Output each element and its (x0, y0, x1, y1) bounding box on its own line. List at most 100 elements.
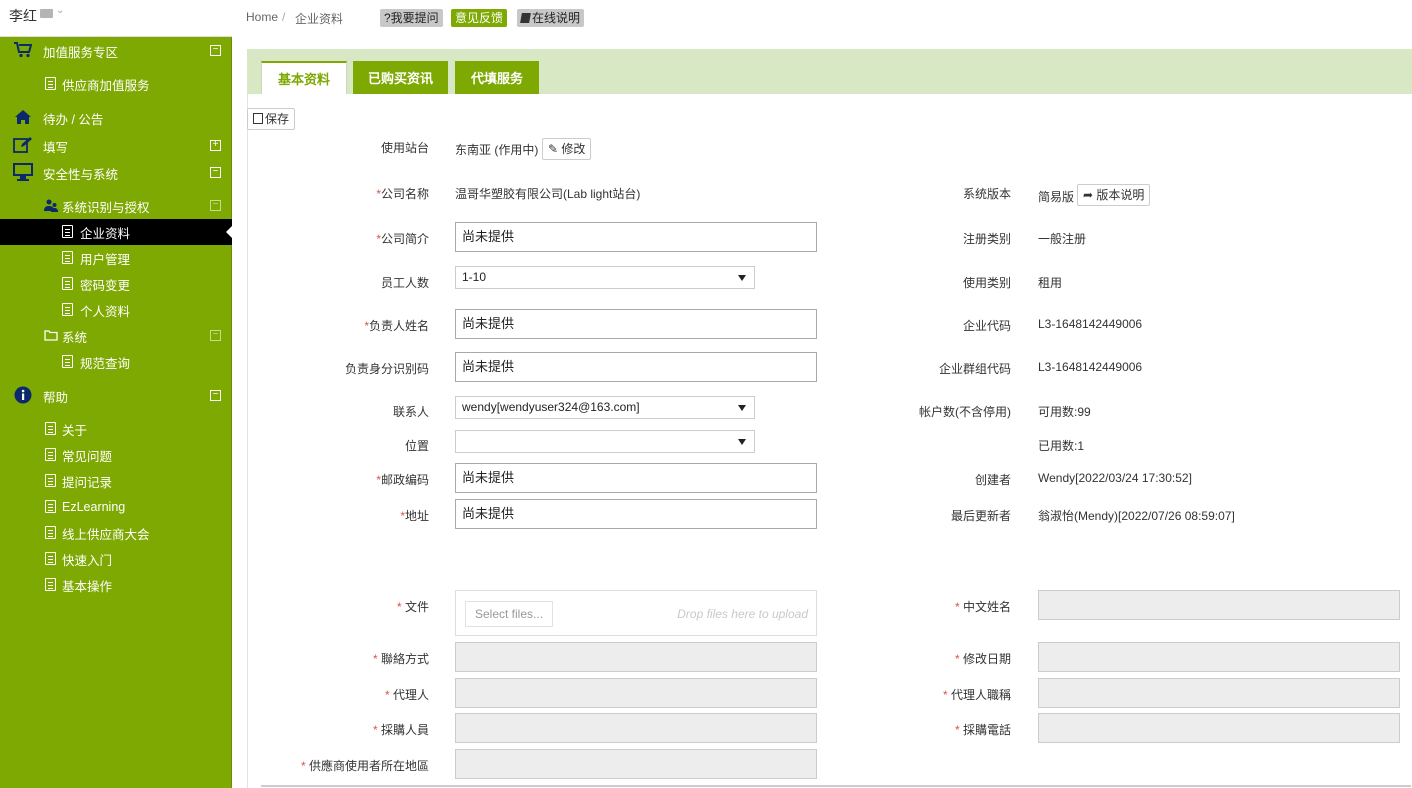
user-name[interactable]: 李红 (9, 6, 37, 26)
zip-input[interactable]: 尚未提供 (455, 463, 817, 493)
sidebar: 李红 ⌄ 加值服务专区 − 供应商加值服务 待办 / 公告 填写 + 安全性与系… (0, 0, 233, 788)
tab-basic-info[interactable]: 基本资料 (261, 61, 347, 94)
intro-label: *公司简介 (376, 232, 429, 246)
sidebar-item-fill[interactable]: 填写 + (0, 133, 232, 159)
tab-fill-service[interactable]: 代填服务 (455, 61, 539, 94)
online-help-button[interactable]: 在线说明 (517, 9, 585, 27)
chevron-down-icon (738, 439, 746, 445)
sidebar-item-label: 系统 (62, 330, 88, 345)
sidebar-item-quickstart[interactable]: 快速入门 (0, 546, 232, 572)
collapse-icon[interactable]: − (210, 167, 221, 178)
agent-title-input[interactable] (1038, 678, 1400, 708)
sidebar-item-security[interactable]: 安全性与系统 − (0, 160, 232, 186)
tab-purchased-info[interactable]: 已购买资讯 (353, 61, 448, 94)
location-select[interactable] (455, 430, 755, 453)
company-code-value: L3-1648142449006 (1038, 317, 1143, 331)
collapse-icon[interactable]: − (210, 330, 221, 341)
drop-hint: Drop files here to upload (677, 607, 808, 621)
collapse-icon[interactable]: − (210, 45, 221, 56)
site-value: 东南亚 (作用中) (455, 143, 539, 157)
group-code-label: 企业群组代码 (938, 362, 1011, 376)
user-bar: 李红 ⌄ (0, 0, 232, 37)
sidebar-item-label: 关于 (62, 423, 88, 438)
doc-icon (62, 303, 73, 316)
cn-name-input[interactable] (1038, 590, 1400, 620)
select-files-button[interactable]: Select files... (465, 601, 554, 627)
feedback-button[interactable]: 意见反馈 (451, 9, 508, 27)
doc-icon (45, 526, 56, 539)
sidebar-item-about[interactable]: 关于 (0, 416, 232, 442)
creator-value: Wendy[2022/03/24 17:30:52] (1038, 471, 1192, 485)
contact-select[interactable]: wendy[wendyuser324@163.com] (455, 396, 755, 419)
edit-site-button[interactable]: ✎ 修改 (542, 138, 592, 160)
buyer-label: * 採購人員 (372, 723, 429, 737)
agent-input[interactable] (455, 678, 817, 708)
cart-icon (14, 42, 32, 58)
breadcrumb-current: 企业资料 (295, 12, 344, 26)
address-label: *地址 (400, 509, 429, 523)
intro-input[interactable]: 尚未提供 (455, 222, 817, 252)
sidebar-item-label: 企业资料 (80, 226, 131, 241)
leader-name-input[interactable]: 尚未提供 (455, 309, 817, 339)
contact-method-input[interactable] (455, 642, 817, 672)
chevron-down-icon[interactable]: ⌄ (56, 5, 64, 16)
edit-site-label: 修改 (561, 142, 586, 156)
sidebar-item-spec[interactable]: 规范查询 (0, 349, 232, 375)
staff-select-value: 1-10 (462, 270, 487, 284)
collapse-icon[interactable]: − (210, 200, 221, 211)
sidebar-item-system[interactable]: 系统 − (0, 323, 232, 349)
sidebar-item-label: 常见问题 (62, 449, 113, 464)
sidebar-item-company[interactable]: 企业资料 (0, 219, 233, 245)
sidebar-item-label: 基本操作 (62, 579, 113, 594)
sidebar-item-question-log[interactable]: 提问记录 (0, 468, 232, 494)
topbar: Home / 企业资料 ?我要提问 意见反馈 在线说明 (233, 0, 1412, 38)
sidebar-item-users[interactable]: 用户管理 (0, 245, 232, 271)
company-name-value: 温哥华塑胶有限公司(Lab light站台) (455, 187, 641, 201)
doc-icon (62, 355, 73, 368)
sidebar-item-basic-ops[interactable]: 基本操作 (0, 572, 232, 598)
leader-id-label: 负责身分识别码 (344, 362, 429, 376)
updater-label: 最后更新者 (950, 509, 1011, 523)
external-link-icon: ➦ (1083, 188, 1094, 202)
staff-select[interactable]: 1-10 (455, 266, 755, 289)
updater-value: 翁淑怡(Mendy)[2022/07/26 08:59:07] (1038, 509, 1235, 523)
modify-date-input[interactable] (1038, 642, 1400, 672)
sidebar-item-expo[interactable]: 线上供应商大会 (0, 520, 232, 546)
accounts-used: 已用数:1 (1038, 439, 1085, 453)
sidebar-item-label: 帮助 (43, 390, 69, 405)
file-upload-dropzone[interactable]: Select files... Drop files here to uploa… (455, 590, 817, 636)
sidebar-item-password[interactable]: 密码变更 (0, 271, 232, 297)
collapse-icon[interactable]: − (210, 390, 221, 401)
breadcrumb-home[interactable]: Home (246, 10, 278, 24)
main-panel: Home / 企业资料 ?我要提问 意见反馈 在线说明 基本资料 已购买资讯 代… (233, 0, 1412, 788)
chevron-down-icon (738, 275, 746, 281)
edit-icon (13, 136, 33, 153)
sidebar-item-vas-service[interactable]: 供应商加值服务 (0, 71, 232, 97)
use-type-label: 使用类别 (962, 276, 1011, 290)
file-label: * 文件 (396, 600, 429, 614)
sidebar-item-todo[interactable]: 待办 / 公告 (0, 105, 232, 131)
sidebar-item-profile[interactable]: 个人资料 (0, 297, 232, 323)
version-info-button[interactable]: ➦ 版本说明 (1077, 184, 1151, 206)
region-input[interactable] (455, 749, 817, 779)
sidebar-item-auth[interactable]: 系统识别与授权 − (0, 193, 232, 219)
sidebar-item-help[interactable]: 帮助 − (0, 383, 232, 409)
use-type-value: 租用 (1038, 276, 1063, 290)
sidebar-item-ezlearning[interactable]: EzLearning (0, 494, 232, 520)
ask-question-button[interactable]: ?我要提问 (380, 9, 443, 27)
buyer-phone-input[interactable] (1038, 713, 1400, 743)
company-code-label: 企业代码 (962, 319, 1011, 333)
expand-icon[interactable]: + (210, 140, 221, 151)
address-input[interactable]: 尚未提供 (455, 499, 817, 529)
save-button[interactable]: 保存 (247, 108, 296, 130)
leader-id-input[interactable]: 尚未提供 (455, 352, 817, 382)
agent-title-label: * 代理人職稱 (942, 688, 1011, 702)
contact-method-label: * 聯絡方式 (372, 652, 429, 666)
buyer-input[interactable] (455, 713, 817, 743)
leader-label: *负责人姓名 (364, 319, 429, 333)
group-code-value: L3-1648142449006 (1038, 360, 1143, 374)
mail-icon[interactable] (40, 9, 53, 18)
sidebar-item-vas[interactable]: 加值服务专区 − (0, 38, 232, 64)
sidebar-item-faq[interactable]: 常见问题 (0, 442, 232, 468)
region-label: * 供應商使用者所在地區 (300, 759, 429, 773)
